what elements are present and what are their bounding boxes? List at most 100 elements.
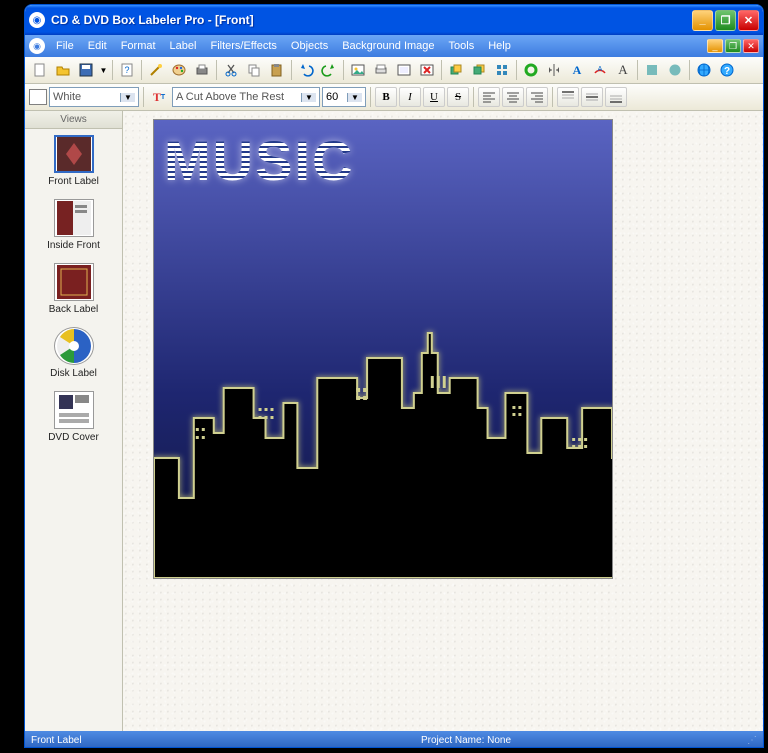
redo-button[interactable] [318,59,340,81]
enlarge-text-button[interactable]: A [612,59,634,81]
dropdown-icon[interactable]: ▼ [347,93,362,102]
font-icon: TT [148,86,170,108]
grab-button[interactable] [393,59,415,81]
strike-button[interactable]: S [447,87,469,107]
align-center-button[interactable] [502,87,524,107]
app-window: ◉ CD & DVD Box Labeler Pro - [Front] _ ❐… [24,4,764,748]
italic-button[interactable]: I [399,87,421,107]
circle-button[interactable] [520,59,542,81]
menu-label[interactable]: Label [163,38,204,54]
sidebar-item-dvd-cover[interactable]: DVD Cover [25,385,122,449]
text-button[interactable]: A [566,59,588,81]
doc-minimize-button[interactable]: _ [707,39,723,53]
dropdown-icon[interactable]: ▼ [120,93,135,102]
doc-restore-button[interactable]: ❐ [725,39,741,53]
doc-icon: ◉ [29,38,45,54]
align-button[interactable] [491,59,513,81]
fontsize-combo[interactable]: 60 ▼ [322,87,366,107]
underline-button[interactable]: U [423,87,445,107]
font-value: A Cut Above The Rest [176,91,299,103]
thumbnail-front [54,135,94,173]
separator [552,87,553,107]
flip-h-button[interactable] [543,59,565,81]
curved-text-button[interactable]: A [589,59,611,81]
bold-button[interactable]: B [375,87,397,107]
menu-background[interactable]: Background Image [335,38,441,54]
menu-tools[interactable]: Tools [442,38,482,54]
image-button[interactable] [347,59,369,81]
sidebar-header: Views [25,111,122,129]
sidebar-item-back-label[interactable]: Back Label [25,257,122,321]
separator [516,60,517,80]
menu-filters[interactable]: Filters/Effects [203,38,283,54]
sidebar-label: Disk Label [50,368,97,379]
menu-help[interactable]: Help [481,38,518,54]
sidebar-item-front-label[interactable]: Front Label [25,129,122,193]
paste-button[interactable] [266,59,288,81]
scan-button[interactable] [370,59,392,81]
main-toolbar: ▼ ? A A A ? [25,57,763,84]
doc-close-button[interactable]: ✕ [743,39,759,53]
separator [216,60,217,80]
align-right-button[interactable] [526,87,548,107]
menu-objects[interactable]: Objects [284,38,335,54]
color-combo[interactable]: White ▼ [49,87,139,107]
help-button[interactable]: ? [116,59,138,81]
thumbnail-dvd [54,391,94,429]
square-button[interactable] [641,59,663,81]
new-button[interactable] [29,59,51,81]
svg-text:?: ? [724,66,730,77]
font-combo[interactable]: A Cut Above The Rest ▼ [172,87,320,107]
sidebar-label: Inside Front [47,240,100,251]
thumbnail-inside [54,199,94,237]
views-sidebar: Views Front Label Inside Front Back Labe… [25,111,123,731]
status-bar: Front Label Project Name: None ⋰ [25,731,763,748]
canvas-area[interactable]: MUSIC [123,111,763,731]
skyline-image [154,298,612,578]
sidebar-label: Front Label [48,176,99,187]
dropdown-icon[interactable]: ▼ [301,93,316,102]
color-value: White [53,91,118,103]
separator [441,60,442,80]
valign-bottom-button[interactable] [605,87,627,107]
valign-top-button[interactable] [557,87,579,107]
resize-grip-icon[interactable]: ⋰ [747,735,757,746]
undo-button[interactable] [295,59,317,81]
copy-button[interactable] [243,59,265,81]
bring-front-button[interactable] [445,59,467,81]
minimize-button[interactable]: _ [692,10,713,31]
sidebar-item-disk-label[interactable]: Disk Label [25,321,122,385]
open-button[interactable] [52,59,74,81]
separator [343,60,344,80]
separator [291,60,292,80]
web-button[interactable] [693,59,715,81]
color-swatch[interactable] [29,89,47,105]
menu-file[interactable]: File [49,38,81,54]
close-button[interactable]: ✕ [738,10,759,31]
separator [689,60,690,80]
help2-button[interactable]: ? [716,59,738,81]
save-button[interactable] [75,59,97,81]
menu-edit[interactable]: Edit [81,38,114,54]
menu-bar: ◉ File Edit Format Label Filters/Effects… [25,35,763,57]
svg-text:A: A [598,66,603,73]
valign-middle-button[interactable] [581,87,603,107]
music-text[interactable]: MUSIC [164,128,354,193]
circle-fill-button[interactable] [664,59,686,81]
label-canvas[interactable]: MUSIC [153,119,613,579]
menu-format[interactable]: Format [114,38,163,54]
sidebar-item-inside-front[interactable]: Inside Front [25,193,122,257]
cut-button[interactable] [220,59,242,81]
maximize-button[interactable]: ❐ [715,10,736,31]
send-back-button[interactable] [468,59,490,81]
palette-button[interactable] [168,59,190,81]
wand-button[interactable] [145,59,167,81]
delete-image-button[interactable] [416,59,438,81]
status-left: Front Label [31,735,421,746]
separator [637,60,638,80]
titlebar: ◉ CD & DVD Box Labeler Pro - [Front] _ ❐… [25,5,763,35]
align-left-button[interactable] [478,87,500,107]
save-dropdown[interactable]: ▼ [98,59,109,81]
print-button[interactable] [191,59,213,81]
separator [141,60,142,80]
